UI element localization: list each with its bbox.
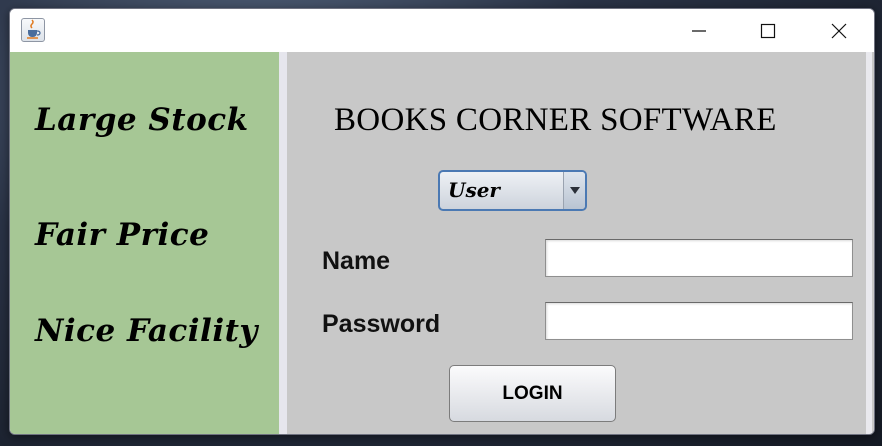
maximize-button[interactable]: [745, 9, 791, 52]
role-selected-value: User: [448, 178, 500, 202]
slogan-panel: Large Stock Fair Price Nice Facility: [10, 52, 279, 434]
panel-edge: [866, 52, 872, 434]
name-label: Name: [322, 247, 391, 275]
slogan-large-stock: Large Stock: [35, 102, 249, 138]
minimize-button[interactable]: [676, 9, 722, 52]
close-icon: [831, 23, 847, 38]
page-title: BOOKS CORNER SOFTWARE: [334, 102, 777, 138]
java-cup-icon: [21, 18, 45, 42]
minimize-icon: [692, 29, 706, 32]
chevron-down-icon[interactable]: [563, 172, 585, 209]
title-bar[interactable]: [10, 9, 874, 52]
password-field[interactable]: [545, 302, 853, 340]
slogan-nice-facility: Nice Facility: [35, 313, 258, 349]
close-button[interactable]: [816, 9, 862, 52]
maximize-icon: [760, 23, 776, 38]
login-window: Large Stock Fair Price Nice Facility BOO…: [9, 8, 875, 435]
password-label: Password: [322, 310, 441, 338]
panel-divider: [279, 52, 287, 434]
login-button[interactable]: LOGIN: [449, 365, 616, 422]
window-content: Large Stock Fair Price Nice Facility BOO…: [10, 52, 874, 434]
role-dropdown[interactable]: User: [438, 170, 587, 211]
name-field[interactable]: [545, 239, 853, 277]
slogan-fair-price: Fair Price: [35, 217, 210, 253]
